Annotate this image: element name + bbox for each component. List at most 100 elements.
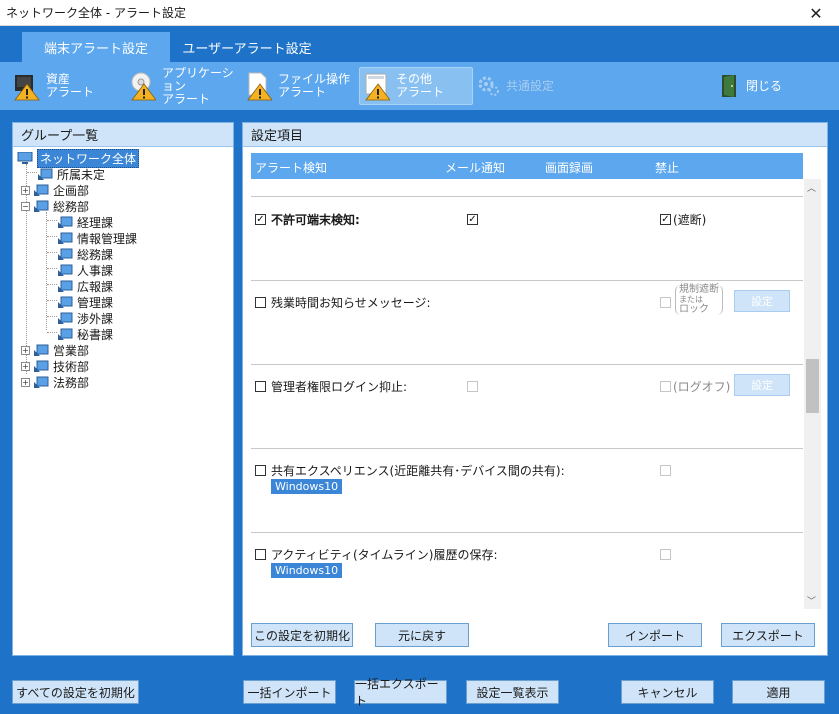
tree-node-child[interactable]: 渉外課 [57,310,113,326]
settings-scrollbar[interactable]: ︿ ﹀ [804,179,821,609]
expand-icon[interactable]: + [21,361,30,371]
tree-label: 総務課 [77,247,114,262]
tree-line [47,300,57,301]
bulk-import-button[interactable]: 一括インポート [243,680,336,704]
common-settings-label: 共通設定 [506,78,555,93]
bulk-export-button[interactable]: 一括エクスポート [354,677,447,708]
group-icon [33,200,49,213]
tree-node-child[interactable]: 経理課 [57,214,113,230]
tree-node-unassigned[interactable]: 所属未定 [37,166,105,182]
asset-warning-icon [14,71,40,101]
application-alert-button[interactable]: アプリケーション アラート [130,66,242,106]
cancel-button[interactable]: キャンセル [621,680,714,704]
tab-user-alert[interactable]: ユーザーアラート設定 [172,32,322,62]
lock-option: 規制遮断 または ロック [675,285,723,315]
tree-label: 法務部 [53,375,90,390]
mail-notify-checkbox[interactable] [467,381,478,392]
tree-node-child[interactable]: 情報管理課 [57,230,137,246]
row-separator [251,280,803,281]
tree-node-tech[interactable]: + 技術部 [21,358,89,374]
tree-node-child[interactable]: 管理課 [57,294,113,310]
tree-node-legal[interactable]: + 法務部 [21,374,89,390]
shared-experience-checkbox[interactable] [255,465,266,476]
ban-checkbox[interactable] [660,381,671,392]
setting-label: 不許可端末検知: [271,213,360,227]
col-alert-detect: アラート検知 [255,161,328,175]
common-settings-button[interactable]: 共通設定 [478,67,578,105]
expand-icon[interactable]: + [21,345,30,355]
collapse-icon[interactable]: − [21,201,30,211]
tree-node-sales[interactable]: + 営業部 [21,342,89,358]
tree-node-planning[interactable]: + 企画部 [21,182,89,198]
tree-node-child[interactable]: 広報課 [57,278,113,294]
tree-label: 総務部 [53,199,90,214]
tree-line [47,332,57,333]
admin-login-checkbox[interactable] [255,381,266,392]
setting-label: 共有エクスペリエンス(近距離共有･デバイス間の共有): [271,464,565,478]
settings-list-button[interactable]: 設定一覧表示 [466,680,559,704]
row-separator [251,196,803,197]
tree-line [47,236,57,237]
group-icon [57,248,73,261]
group-icon [57,232,73,245]
import-button[interactable]: インポート [608,623,702,647]
revert-button[interactable]: 元に戻す [375,623,469,647]
tree-node-child[interactable]: 人事課 [57,262,113,278]
application-alert-line2: アラート [162,91,211,106]
tree-line [47,252,57,253]
row-separator [251,448,803,449]
title-bar: ネットワーク全体 - アラート設定 ✕ [0,0,839,26]
group-icon [57,296,73,309]
tree-line [47,220,57,221]
other-warning-icon [364,71,391,101]
group-icon [57,264,73,277]
settings-column-header: アラート検知 メール通知 画面録画 禁止 [251,153,803,179]
admin-settings-button[interactable]: 設定 [734,374,790,396]
setting-label: 残業時間お知らせメッセージ: [271,296,431,310]
ban-label: (遮断) [673,213,707,227]
group-icon [57,216,73,229]
ban-checkbox[interactable] [660,297,671,308]
reset-all-button[interactable]: すべての設定を初期化 [12,680,139,704]
scroll-up-icon[interactable]: ︿ [807,181,816,194]
expand-icon[interactable]: + [21,185,30,195]
tree-line [46,212,47,330]
export-button[interactable]: エクスポート [721,623,815,647]
tree-label: 情報管理課 [77,231,138,246]
overtime-settings-button[interactable]: 設定 [734,290,790,312]
ban-checkbox[interactable] [660,549,671,560]
window-title: ネットワーク全体 - アラート設定 [6,6,186,20]
activity-history-checkbox[interactable] [255,549,266,560]
other-alert-button[interactable]: その他 アラート [359,67,473,105]
window-close-button[interactable]: ✕ [793,0,839,26]
tab-terminal-alert[interactable]: 端末アラート設定 [22,32,170,62]
asset-alert-button[interactable]: 資産 アラート [14,67,124,105]
col-ban: 禁止 [655,161,680,175]
group-list-panel: グループ一覧 ネットワーク全体 所属未定 + 企画部 − 総務部 経理課 情報管… [12,122,234,656]
settings-header: 設定項目 [243,123,827,147]
scroll-thumb[interactable] [806,359,819,413]
expand-icon[interactable]: + [21,377,30,387]
group-icon [33,184,49,197]
tree-node-child[interactable]: 秘書課 [57,326,113,342]
scroll-down-icon[interactable]: ﹀ [807,594,816,607]
overtime-message-checkbox[interactable] [255,297,266,308]
reset-setting-button[interactable]: この設定を初期化 [251,623,353,647]
close-button[interactable]: 閉じる [720,67,810,105]
group-icon [33,360,49,373]
mail-notify-checkbox[interactable]: ✓ [467,214,478,225]
ban-checkbox[interactable]: ✓ [660,214,671,225]
tree-label: 人事課 [77,263,114,278]
file-alert-button[interactable]: ファイル操作 アラート [246,67,354,105]
tree-line [47,268,57,269]
apply-button[interactable]: 適用 [732,680,825,704]
ban-checkbox[interactable] [660,465,671,476]
unauthorized-device-checkbox[interactable]: ✓ [255,214,266,225]
tree-label: 経理課 [77,215,114,230]
tree-node-general-affairs[interactable]: − 総務部 [21,198,89,214]
tree-node-child[interactable]: 総務課 [57,246,113,262]
col-screen-record: 画面録画 [545,161,594,175]
tree-label: 所属未定 [57,167,106,182]
lock-line1: 規制遮断 [679,284,719,295]
tree-node-root[interactable]: ネットワーク全体 [17,148,140,168]
